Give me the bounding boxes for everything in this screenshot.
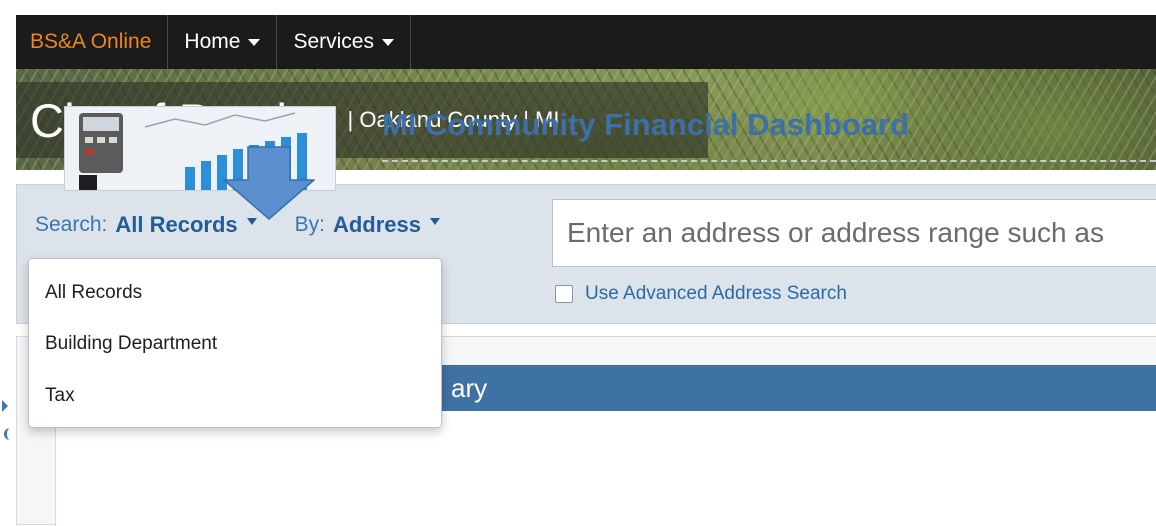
nav-home-label: Home [184,30,241,53]
dropdown-caret-icon[interactable] [430,217,441,225]
summary-title: ary [451,372,488,403]
search-type-dropdown[interactable]: All Records [115,212,237,238]
advanced-search-label[interactable]: Use Advanced Address Search [585,283,847,305]
top-nav-bar: BS&A Online Home Services [16,15,1156,69]
annotation-arrow-icon [223,146,315,220]
menu-item-all-records[interactable]: All Records [45,282,142,304]
advanced-search-checkbox[interactable] [555,285,573,303]
advanced-search-option[interactable]: Use Advanced Address Search [555,283,847,305]
brand-link[interactable]: BS&A Online [16,15,169,69]
address-search-input[interactable] [552,199,1156,267]
side-tab-icon[interactable] [4,428,17,440]
card-title[interactable]: MI Community Financial Dashboard [382,107,909,143]
search-label: Search: [35,213,108,236]
chevron-down-icon [248,38,261,46]
page: BS&A Online Home Services City of Pontia… [0,0,1156,526]
brand-label: BS&A Online [30,30,152,53]
dashboard-card [55,411,1156,526]
search-type-menu: All Records Building Department Tax [28,258,442,428]
nav-services-menu[interactable]: Services [277,15,411,69]
divider [382,160,1156,162]
nav-home-menu[interactable]: Home [168,15,278,69]
chevron-down-icon [381,38,394,46]
search-by-dropdown[interactable]: Address [333,212,421,238]
menu-item-tax[interactable]: Tax [45,385,75,407]
menu-item-building-department[interactable]: Building Department [45,333,217,355]
expand-arrow-icon[interactable] [2,400,8,412]
nav-services-label: Services [293,30,374,53]
